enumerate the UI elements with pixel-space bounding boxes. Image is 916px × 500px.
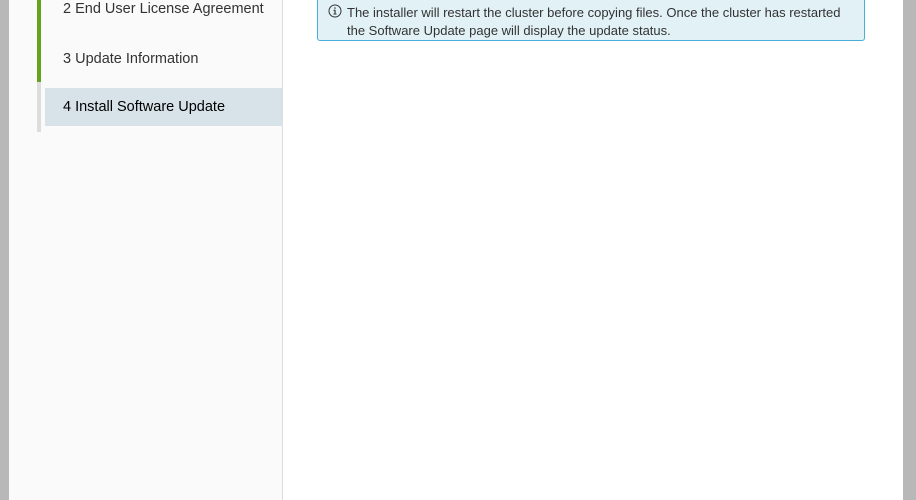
step-progress-bar bbox=[37, 33, 41, 82]
info-icon bbox=[328, 4, 342, 18]
wizard-step-label: 3 Update Information bbox=[63, 51, 199, 67]
step-progress-bar bbox=[37, 82, 41, 132]
wizard-step-nav: 2 End User License Agreement 3 Update In… bbox=[9, 0, 283, 500]
alert-message: The installer will restart the cluster b… bbox=[347, 5, 841, 38]
info-alert: The installer will restart the cluster b… bbox=[317, 0, 865, 41]
wizard-modal: 2 End User License Agreement 3 Update In… bbox=[9, 0, 903, 500]
step-progress-bar bbox=[37, 0, 41, 33]
wizard-step-label: 4 Install Software Update bbox=[63, 99, 226, 115]
wizard-step-install-software-update[interactable]: 4 Install Software Update bbox=[37, 82, 282, 132]
wizard-step-eula[interactable]: 2 End User License Agreement bbox=[37, 0, 282, 33]
wizard-step-label: 2 End User License Agreement bbox=[63, 1, 264, 17]
wizard-step-update-information[interactable]: 3 Update Information bbox=[37, 33, 282, 82]
